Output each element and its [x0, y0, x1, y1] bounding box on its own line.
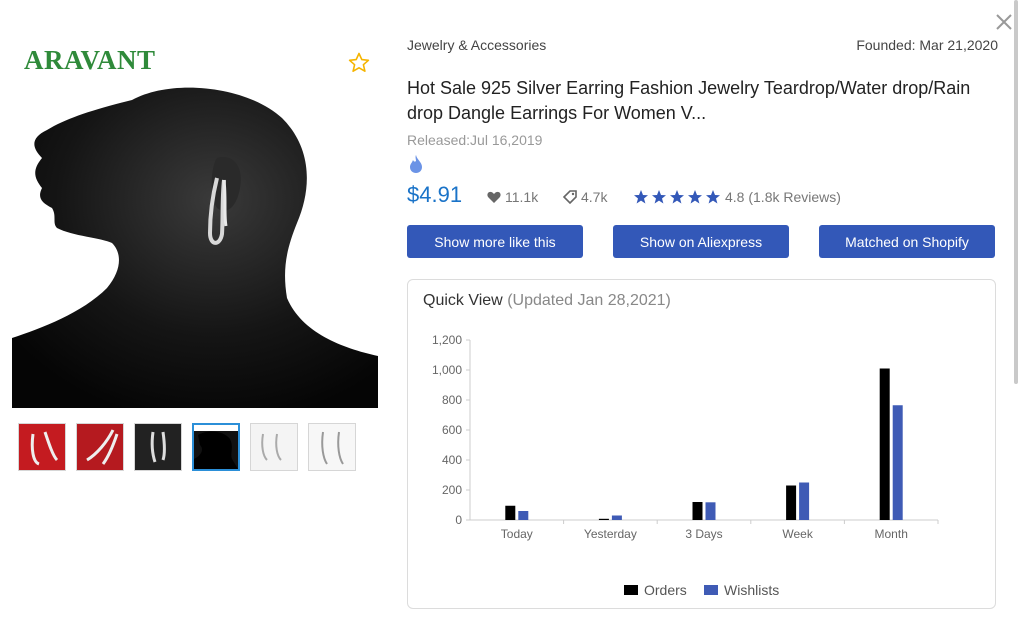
y-tick-label: 1,000: [432, 363, 462, 377]
bar-orders-today: [505, 505, 516, 520]
y-tick-label: 200: [442, 483, 462, 497]
brand-logo: ARAVANT: [24, 45, 156, 75]
quick-view-panel: Quick View (Updated Jan 28,2021) 0 200 400…: [407, 279, 996, 609]
matched-on-shopify-button[interactable]: Matched on Shopify: [819, 225, 995, 258]
bar-wishlists-week: [799, 482, 810, 520]
earring-thumbnail-image: [261, 433, 282, 461]
star-icon: [634, 190, 648, 204]
quick-view-heading: Quick View (Updated Jan 28,2021): [423, 292, 671, 310]
rating-text: 4.8 (1.8k Reviews): [725, 189, 841, 205]
thumbnail-1[interactable]: [18, 423, 66, 471]
bar-wishlists-3-days: [705, 502, 716, 520]
tag-icon: [563, 190, 577, 204]
tag-value: 4.7k: [581, 189, 608, 205]
thumbnail-6[interactable]: [308, 423, 356, 471]
show-more-like-this-button[interactable]: Show more like this: [407, 225, 583, 258]
legend-label-orders: Orders: [644, 582, 687, 598]
thumbnail-strip: [18, 423, 356, 471]
bar-orders-3-days: [692, 502, 703, 520]
bar-wishlists-month: [892, 405, 903, 520]
thumbnail-4[interactable]: [192, 423, 240, 471]
legend-label-wishlists: Wishlists: [724, 582, 779, 598]
quick-view-title: Quick View: [423, 292, 503, 309]
mannequin-thumbnail-image: [194, 425, 238, 469]
earring-thumbnail-image: [86, 429, 119, 465]
product-title: Hot Sale 925 Silver Earring Fashion Jewe…: [407, 78, 971, 123]
thumbnail-5[interactable]: [250, 423, 298, 471]
y-tick-label: 0: [455, 513, 462, 527]
favorite-star-icon[interactable]: [347, 51, 371, 75]
show-on-aliexpress-button[interactable]: Show on Aliexpress: [613, 225, 789, 258]
star-icon: [706, 190, 720, 204]
rating: 4.8 (1.8k Reviews): [633, 189, 841, 205]
bar-wishlists-yesterday: [611, 515, 622, 520]
likes-count: 11.1k: [487, 189, 538, 205]
star-icon: [670, 190, 684, 204]
legend-swatch-orders: [624, 585, 638, 595]
thumbnail-3[interactable]: [134, 423, 182, 471]
earring-thumbnail-image: [321, 431, 344, 465]
close-icon[interactable]: [993, 11, 1015, 33]
hot-drop-icon: [410, 155, 422, 173]
bar-wishlists-today: [518, 511, 529, 520]
thumbnail-2[interactable]: [76, 423, 124, 471]
x-tick-label: Month: [875, 527, 908, 541]
y-tick-label: 400: [442, 453, 462, 467]
product-main-image: ARAVANT: [12, 38, 378, 408]
released-date: Released:Jul 16,2019: [407, 132, 543, 148]
founded-date: Founded: Mar 21,2020: [856, 37, 998, 53]
mannequin-image: [12, 87, 378, 408]
legend-swatch-wishlists: [704, 585, 718, 595]
tag-count: 4.7k: [563, 189, 607, 205]
star-icon: [688, 190, 702, 204]
earring-thumbnail-image: [150, 431, 166, 463]
heart-icon: [487, 191, 501, 203]
bar-orders-week: [786, 485, 797, 520]
x-tick-label: Today: [501, 527, 533, 541]
price: $4.91: [407, 182, 463, 207]
y-tick-label: 800: [442, 393, 462, 407]
star-icon: [652, 190, 666, 204]
x-tick-label: 3 Days: [685, 527, 722, 541]
y-tick-label: 1,200: [432, 333, 462, 347]
category-label: Jewelry & Accessories: [407, 37, 547, 53]
bar-orders-month: [879, 368, 890, 520]
scrollbar[interactable]: [1014, 0, 1018, 384]
earring-thumbnail-image: [30, 431, 59, 466]
y-tick-label: 600: [442, 423, 462, 437]
quick-view-chart: 0 200 400 600 800 1,000 1,200 Today Yesterday 3 D…: [432, 333, 939, 598]
x-tick-label: Week: [782, 527, 813, 541]
bar-orders-yesterday: [598, 518, 609, 520]
quick-view-updated: (Updated Jan 28,2021): [507, 292, 671, 309]
x-tick-label: Yesterday: [584, 527, 637, 541]
likes-value: 11.1k: [505, 189, 539, 205]
